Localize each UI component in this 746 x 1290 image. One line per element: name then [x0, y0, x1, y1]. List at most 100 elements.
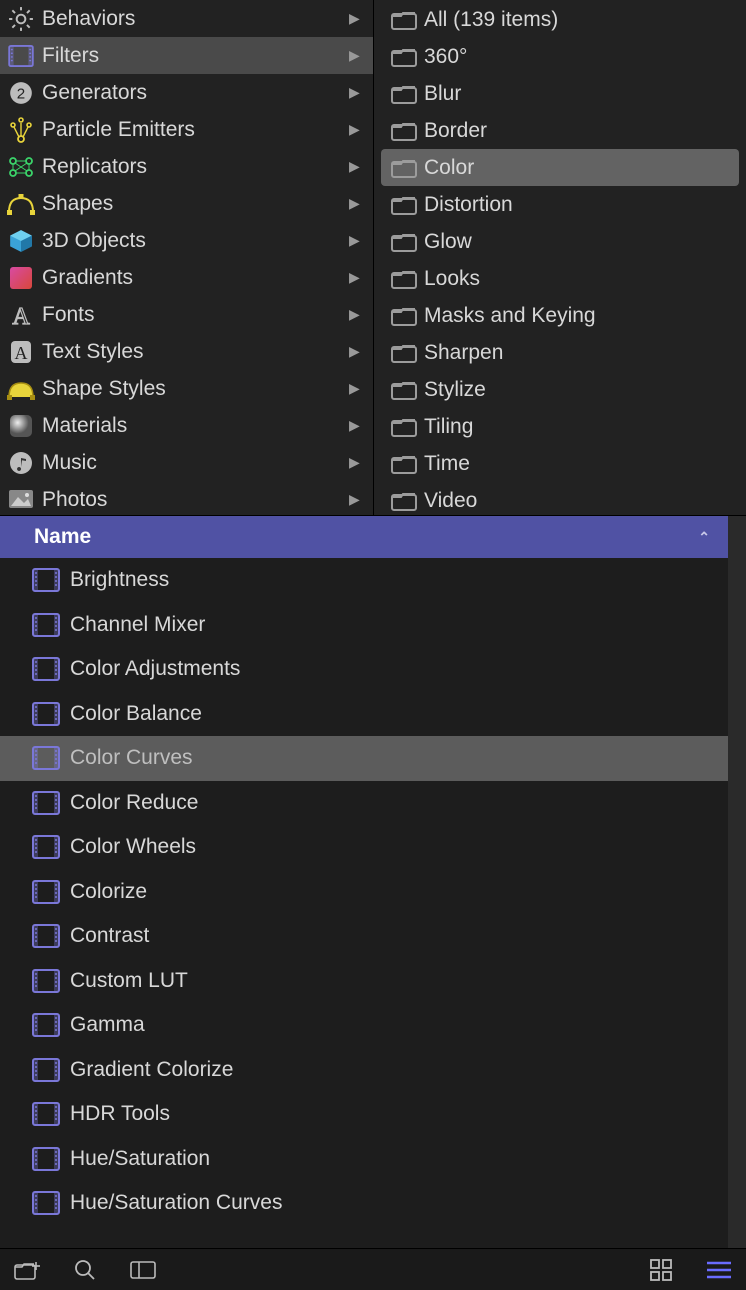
category-fonts[interactable]: AFonts▶ [0, 296, 373, 333]
category-shape-styles[interactable]: Shape Styles▶ [0, 370, 373, 407]
subcategory-label: Color [424, 156, 474, 180]
list-item-contrast[interactable]: Contrast [0, 914, 728, 959]
chevron-right-icon: ▶ [349, 417, 365, 434]
subcategory-label: Distortion [424, 193, 513, 217]
chevron-right-icon: ▶ [349, 454, 365, 471]
category-filters[interactable]: Filters▶ [0, 37, 373, 74]
subcategory-blur[interactable]: Blur [381, 75, 739, 112]
category-generators[interactable]: 2Generators▶ [0, 74, 373, 111]
subcategory-stylize[interactable]: Stylize [381, 371, 739, 408]
folder-icon [391, 417, 417, 437]
category-label: 3D Objects [42, 229, 349, 253]
category-label: Materials [42, 414, 349, 438]
sidebar-toggle-button[interactable] [128, 1257, 158, 1283]
svg-text:2: 2 [17, 85, 25, 102]
subcategory-360[interactable]: 360° [381, 38, 739, 75]
cube3d-icon [6, 226, 36, 256]
subcategory-sharpen[interactable]: Sharpen [381, 334, 739, 371]
subcategory-color[interactable]: Color [381, 149, 739, 186]
list-item-hue-saturation-curves[interactable]: Hue/Saturation Curves [0, 1181, 728, 1226]
filmclip-icon [6, 41, 36, 71]
list-item-label: Gradient Colorize [70, 1058, 233, 1082]
list-item-colorize[interactable]: Colorize [0, 870, 728, 915]
folder-icon [391, 121, 417, 141]
list-item-label: Color Wheels [70, 835, 196, 859]
item-list: Brightness Channel Mixer Color Adjustments… [0, 558, 728, 1248]
folder-icon [391, 195, 417, 215]
library-browser: Behaviors▶Filters▶2Generators▶Particle E… [0, 0, 746, 516]
list-item-color-reduce[interactable]: Color Reduce [0, 781, 728, 826]
category-label: Gradients [42, 266, 349, 290]
list-item-gradient-colorize[interactable]: Gradient Colorize [0, 1048, 728, 1093]
filmclip-icon [32, 702, 60, 726]
chevron-right-icon: ▶ [349, 10, 365, 27]
list-item-label: Hue/Saturation Curves [70, 1191, 282, 1215]
sort-ascending-icon: ⌃ [698, 529, 710, 546]
subcategory-video[interactable]: Video [381, 482, 739, 515]
subcategory-border[interactable]: Border [381, 112, 739, 149]
category-label: Music [42, 451, 349, 475]
subcategory-label: All (139 items) [424, 8, 558, 32]
subcategory-all[interactable]: All (139 items) [381, 1, 739, 38]
list-item-label: Gamma [70, 1013, 145, 1037]
shape-style-icon [6, 374, 36, 404]
category-text-styles[interactable]: AText Styles▶ [0, 333, 373, 370]
category-photos[interactable]: Photos▶ [0, 481, 373, 515]
subcategory-distortion[interactable]: Distortion [381, 186, 739, 223]
font-a-fill-icon: A [6, 337, 36, 367]
list-item-channel-mixer[interactable]: Channel Mixer [0, 603, 728, 648]
category-shapes[interactable]: Shapes▶ [0, 185, 373, 222]
category-music[interactable]: Music▶ [0, 444, 373, 481]
folder-icon [391, 343, 417, 363]
list-item-hdr-tools[interactable]: HDR Tools [0, 1092, 728, 1137]
list-item-hue-saturation[interactable]: Hue/Saturation [0, 1137, 728, 1182]
category-label: Shapes [42, 192, 349, 216]
filmclip-icon [32, 568, 60, 592]
category-particle-emitters[interactable]: Particle Emitters▶ [0, 111, 373, 148]
list-item-custom-lut[interactable]: Custom LUT [0, 959, 728, 1004]
folder-icon [391, 158, 417, 178]
list-item-color-adjustments[interactable]: Color Adjustments [0, 647, 728, 692]
subcategory-tiling[interactable]: Tiling [381, 408, 739, 445]
new-folder-button[interactable] [12, 1257, 42, 1283]
filmclip-icon [32, 1102, 60, 1126]
filmclip-icon [32, 1058, 60, 1082]
subcategory-label: Stylize [424, 378, 486, 402]
category-label: Fonts [42, 303, 349, 327]
list-item-label: Channel Mixer [70, 613, 205, 637]
list-item-color-wheels[interactable]: Color Wheels [0, 825, 728, 870]
list-header[interactable]: Name ⌃ [0, 516, 728, 558]
filmclip-icon [32, 1191, 60, 1215]
chevron-right-icon: ▶ [349, 121, 365, 138]
list-item-label: Color Reduce [70, 791, 198, 815]
search-button[interactable] [70, 1257, 100, 1283]
folder-icon [391, 232, 417, 252]
category-3d-objects[interactable]: 3D Objects▶ [0, 222, 373, 259]
scrollbar-gutter[interactable] [728, 516, 746, 1248]
category-materials[interactable]: Materials▶ [0, 407, 373, 444]
list-item-color-curves[interactable]: Color Curves [0, 736, 728, 781]
subcategory-glow[interactable]: Glow [381, 223, 739, 260]
list-item-color-balance[interactable]: Color Balance [0, 692, 728, 737]
filmclip-icon [32, 613, 60, 637]
list-view-button[interactable] [704, 1257, 734, 1283]
grid-view-button[interactable] [646, 1257, 676, 1283]
folder-icon [391, 380, 417, 400]
subcategory-time[interactable]: Time [381, 445, 739, 482]
list-item-gamma[interactable]: Gamma [0, 1003, 728, 1048]
filmclip-icon [32, 746, 60, 770]
filmclip-icon [32, 924, 60, 948]
chevron-right-icon: ▶ [349, 269, 365, 286]
list-item-brightness[interactable]: Brightness [0, 558, 728, 603]
subcategory-masks-keying[interactable]: Masks and Keying [381, 297, 739, 334]
category-replicators[interactable]: Replicators▶ [0, 148, 373, 185]
category-gradients[interactable]: Gradients▶ [0, 259, 373, 296]
subcategory-label: 360° [424, 45, 467, 69]
category-behaviors[interactable]: Behaviors▶ [0, 0, 373, 37]
emitter-icon [6, 115, 36, 145]
subcategory-column: All (139 items) 360° BlurBorder Color Distor… [374, 0, 746, 515]
music-icon [6, 448, 36, 478]
subcategory-looks[interactable]: Looks [381, 260, 739, 297]
list-item-label: Colorize [70, 880, 147, 904]
gear-icon [6, 4, 36, 34]
